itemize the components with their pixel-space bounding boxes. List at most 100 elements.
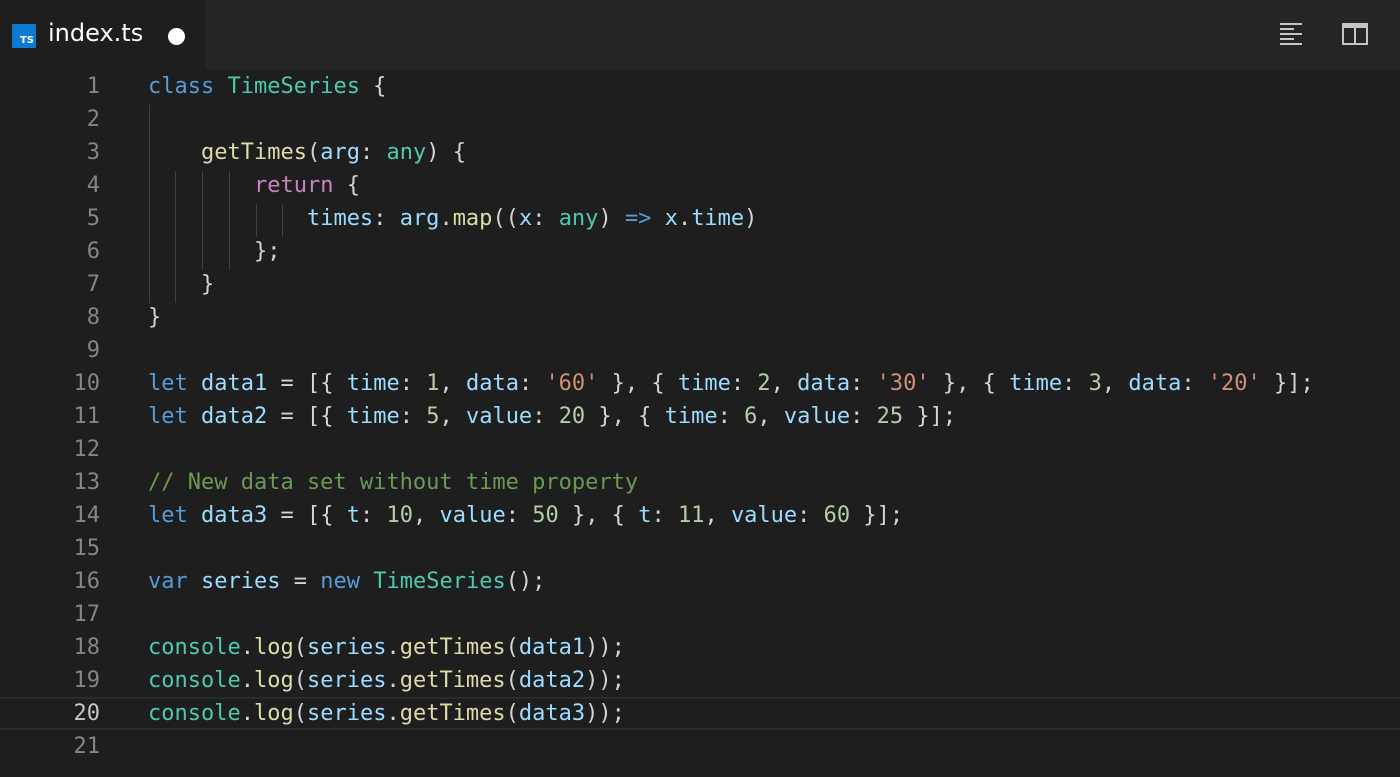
line-number: 19 — [73, 668, 101, 693]
indent-guide — [149, 105, 150, 303]
code-token: 20 — [558, 404, 586, 429]
code-line[interactable]: 15 — [0, 532, 1400, 565]
code-token: ) — [598, 206, 625, 231]
code-token: data2 — [518, 668, 586, 693]
code-token: '30' — [876, 371, 930, 396]
code-line[interactable]: 8} — [0, 301, 1400, 334]
split-editor-icon[interactable] — [1341, 20, 1369, 48]
code-token: // New data set without time property — [148, 470, 639, 495]
code-token: { — [333, 173, 360, 198]
code-token: ( — [293, 635, 307, 660]
typescript-file-icon: TS — [12, 24, 36, 48]
code-token: : — [717, 404, 745, 429]
code-token: : — [518, 371, 546, 396]
code-token: 60 — [823, 503, 851, 528]
code-token: t — [346, 503, 360, 528]
open-outline-icon[interactable] — [1278, 20, 1306, 48]
code-line[interactable]: 6 }; — [0, 235, 1400, 268]
code-line[interactable]: 7 } — [0, 268, 1400, 301]
code-line[interactable]: 17 — [0, 598, 1400, 631]
code-line[interactable]: 12 — [0, 433, 1400, 466]
code-line[interactable]: 16 var series = new TimeSeries(); — [0, 565, 1400, 598]
line-number: 16 — [73, 569, 101, 594]
code-token: data1 — [518, 635, 586, 660]
code-token: console — [148, 635, 241, 660]
code-token: : — [359, 140, 387, 165]
code-line[interactable]: 3 getTimes(arg: any) { — [0, 136, 1400, 169]
code-token: }]; — [903, 404, 957, 429]
line-number: 1 — [86, 74, 100, 99]
code-token: : — [730, 371, 758, 396]
code-token: let — [148, 503, 188, 528]
code-token: . — [386, 668, 400, 693]
code-token: = [{ — [267, 404, 347, 429]
indent-guide — [282, 204, 283, 237]
code-line[interactable]: 2 — [0, 103, 1400, 136]
code-token: , — [439, 404, 466, 429]
code-token: } — [148, 305, 162, 330]
code-line[interactable]: 9 — [0, 334, 1400, 367]
code-token: any — [386, 140, 427, 165]
code-token: . — [386, 701, 400, 726]
code-line[interactable]: 10 let data1 = [{ time: 1, data: '60' }, … — [0, 367, 1400, 400]
code-token: : — [399, 371, 427, 396]
code-token: (); — [505, 569, 546, 594]
code-token: , — [1101, 371, 1129, 396]
code-line[interactable]: 21 — [0, 730, 1400, 763]
code-token: : — [1062, 371, 1089, 396]
tab-title: index.ts — [48, 19, 144, 47]
code-line[interactable]: 20 console.log(series.getTimes(data3)); — [0, 697, 1400, 730]
code-line[interactable]: 4 return { — [0, 169, 1400, 202]
code-text: } — [148, 301, 161, 334]
code-token: ) { — [426, 140, 466, 165]
code-line[interactable]: 18 console.log(series.getTimes(data1)); — [0, 631, 1400, 664]
code-token: (( — [492, 206, 519, 231]
code-token: . — [677, 206, 692, 231]
code-token: } — [148, 272, 215, 297]
line-number: 21 — [73, 734, 101, 759]
code-token: time — [346, 371, 400, 396]
indent-guide — [202, 171, 203, 270]
code-token: 1 — [426, 371, 440, 396]
code-text: } — [148, 268, 214, 301]
code-token: series — [306, 635, 387, 660]
indent-guide — [175, 171, 176, 303]
code-token: 25 — [876, 404, 904, 429]
code-token: : — [1181, 371, 1208, 396]
tab-index-ts[interactable]: TS index.ts — [0, 0, 205, 70]
code-line[interactable]: 1 class TimeSeries { — [0, 70, 1400, 103]
code-token: ( — [306, 140, 321, 165]
code-text: }; — [148, 235, 281, 268]
code-token: )); — [585, 701, 625, 726]
code-token: getTimes — [399, 668, 506, 693]
line-number: 4 — [86, 173, 100, 198]
code-token: time — [691, 206, 745, 231]
code-token: data — [797, 371, 851, 396]
code-editor[interactable]: 1 class TimeSeries {2 3 getTimes(arg: any)… — [0, 70, 1400, 777]
code-token: '60' — [545, 371, 599, 396]
code-token: data — [465, 371, 519, 396]
code-token: series — [306, 701, 387, 726]
code-line[interactable]: 13 // New data set without time property — [0, 466, 1400, 499]
code-token: 11 — [677, 503, 705, 528]
code-text: let data1 = [{ time: 1, data: '60' }, { … — [148, 367, 1314, 400]
line-number: 17 — [73, 602, 101, 627]
code-line[interactable]: 5 times: arg.map((x: any) => x.time) — [0, 202, 1400, 235]
code-line[interactable]: 11 let data2 = [{ time: 5, value: 20 }, {… — [0, 400, 1400, 433]
code-line[interactable]: 14 let data3 = [{ t: 10, value: 50 }, { t… — [0, 499, 1400, 532]
code-token: }, { — [598, 371, 678, 396]
code-line[interactable]: 19 console.log(series.getTimes(data2)); — [0, 664, 1400, 697]
code-token: = [{ — [267, 503, 347, 528]
line-number: 12 — [73, 437, 101, 462]
code-token: 6 — [744, 404, 758, 429]
code-token: getTimes — [200, 140, 307, 165]
code-token: ( — [293, 701, 307, 726]
code-text: let data2 = [{ time: 5, value: 20 }, { t… — [148, 400, 956, 433]
code-token: time — [677, 371, 731, 396]
dirty-dot-icon[interactable] — [168, 28, 185, 45]
